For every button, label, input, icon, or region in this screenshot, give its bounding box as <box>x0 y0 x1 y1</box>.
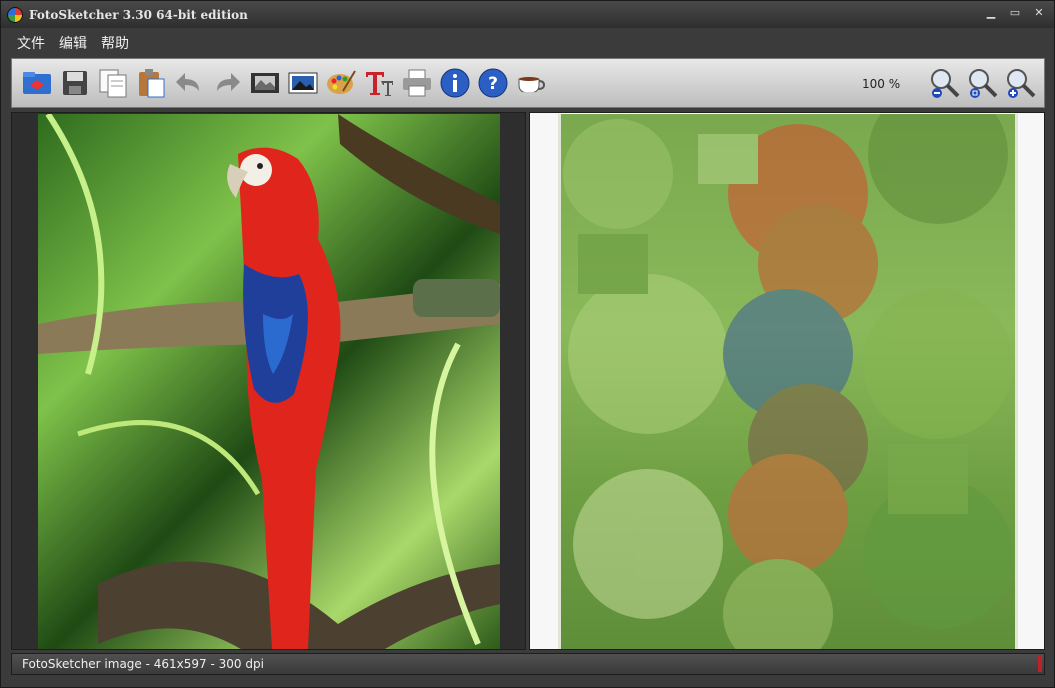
redo-icon <box>217 73 240 91</box>
copy-button[interactable] <box>94 63 132 103</box>
zoom-in-icon <box>1007 69 1036 98</box>
filmstrip-icon <box>251 73 279 93</box>
palette-icon <box>327 70 356 94</box>
zoom-level: 100 % <box>862 77 901 91</box>
zoom-fit-icon <box>969 69 998 98</box>
zoom-out-icon <box>931 69 960 98</box>
menu-help[interactable]: 帮助 <box>101 33 129 53</box>
zoom-fit-button[interactable] <box>964 63 1002 103</box>
menu-file[interactable]: 文件 <box>17 33 45 53</box>
coffee-button[interactable] <box>512 63 550 103</box>
help-button[interactable]: ? <box>474 63 512 103</box>
app-window: FotoSketcher 3.30 64-bit edition ▁ ▭ ✕ 文… <box>0 0 1055 688</box>
painted-sketch-image <box>558 114 1018 649</box>
coffee-cup-icon <box>517 77 546 96</box>
zoom-in-button[interactable] <box>1002 63 1040 103</box>
print-button[interactable] <box>398 63 436 103</box>
status-bar: FotoSketcher image - 461x597 - 300 dpi <box>11 653 1045 675</box>
zoom-controls <box>926 63 1040 103</box>
info-icon <box>440 68 470 98</box>
window-controls: ▁ ▭ ✕ <box>984 6 1046 20</box>
help-icon: ? <box>478 68 508 98</box>
info-button[interactable] <box>436 63 474 103</box>
paste-button[interactable] <box>132 63 170 103</box>
undo-icon <box>176 73 199 91</box>
paste-icon <box>139 69 165 98</box>
menu-bar: 文件 编辑 帮助 <box>1 28 1054 58</box>
sketch-result-panel[interactable] <box>529 112 1045 650</box>
palette-button[interactable] <box>322 63 360 103</box>
svg-text:?: ? <box>488 74 498 94</box>
print-icon <box>403 69 431 97</box>
window-title: FotoSketcher 3.30 64-bit edition <box>29 7 248 22</box>
close-button[interactable]: ✕ <box>1032 6 1046 20</box>
zoom-out-button[interactable] <box>926 63 964 103</box>
copy-icon <box>99 69 127 98</box>
painted-result <box>558 114 1018 649</box>
text-button[interactable] <box>360 63 398 103</box>
menu-edit[interactable]: 编辑 <box>59 33 87 53</box>
toolbar: ? 100 % <box>11 58 1045 108</box>
maximize-button[interactable]: ▭ <box>1008 6 1022 20</box>
picture-frame-button[interactable] <box>284 63 322 103</box>
save-icon <box>63 71 87 95</box>
undo-button[interactable] <box>170 63 208 103</box>
minimize-button[interactable]: ▁ <box>984 6 998 20</box>
parrot-photo-image <box>38 114 500 649</box>
image-info: FotoSketcher image - 461x597 - 300 dpi <box>22 657 264 671</box>
original-photo <box>38 114 500 649</box>
picture-frame-icon <box>288 72 318 94</box>
title-bar: FotoSketcher 3.30 64-bit edition ▁ ▭ ✕ <box>1 1 1054 28</box>
save-button[interactable] <box>56 63 94 103</box>
filmstrip-button[interactable] <box>246 63 284 103</box>
open-button[interactable] <box>18 63 56 103</box>
redo-button[interactable] <box>208 63 246 103</box>
app-logo-icon <box>7 6 23 23</box>
text-icon <box>366 72 393 96</box>
original-image-panel[interactable] <box>11 112 526 650</box>
open-icon <box>23 72 51 94</box>
progress-indicator <box>1038 656 1042 672</box>
